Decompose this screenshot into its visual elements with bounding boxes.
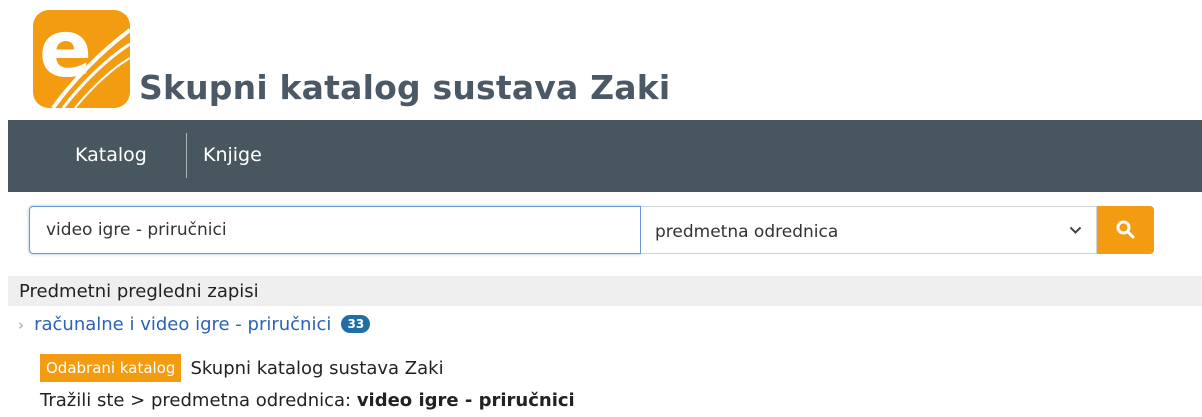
main-nav: Katalog Knjige [8, 120, 1202, 192]
nav-item-knjige[interactable]: Knjige [203, 144, 262, 166]
query-summary: Tražili ste > predmetna odrednica: video… [40, 390, 575, 411]
logo-e-icon: e [39, 10, 130, 108]
search-input[interactable] [29, 206, 641, 254]
query-summary-prefix: Tražili ste > predmetna odrednica: [40, 390, 357, 411]
section-title: Predmetni pregledni zapisi [19, 281, 259, 302]
selected-catalog: Odabrani katalog Skupni katalog sustava … [40, 354, 444, 382]
chevron-down-icon [1069, 226, 1082, 234]
search-field-select[interactable]: predmetna odrednica [641, 206, 1097, 254]
selected-catalog-tag: Odabrani katalog [40, 354, 182, 382]
selected-catalog-name: Skupni katalog sustava Zaki [190, 357, 444, 379]
site-title: Skupni katalog sustava Zaki [139, 68, 671, 107]
chevron-right-icon: › [18, 316, 24, 334]
nav-item-katalog[interactable]: Katalog [75, 144, 147, 166]
nav-divider [186, 133, 187, 178]
list-item: › računalne i video igre - priručnici 33 [18, 314, 371, 335]
logo-letter: e [39, 10, 92, 95]
search-field-select-value: predmetna odrednica [655, 222, 839, 242]
search-button[interactable] [1097, 206, 1154, 254]
site-logo[interactable]: e [33, 10, 130, 108]
count-badge: 33 [341, 315, 371, 333]
result-link[interactable]: računalne i video igre - priručnici [34, 314, 331, 335]
search-icon [1116, 220, 1135, 239]
section-header: Predmetni pregledni zapisi [8, 276, 1202, 306]
query-summary-term: video igre - priručnici [356, 390, 575, 411]
